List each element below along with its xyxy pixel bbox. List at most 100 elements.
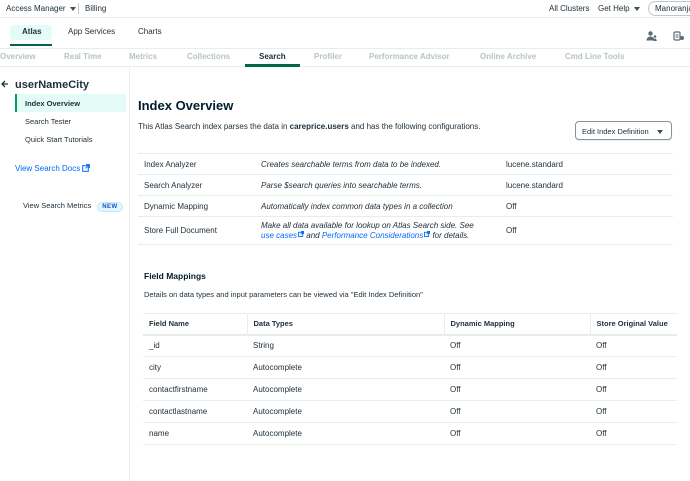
users-icon[interactable] <box>646 30 658 42</box>
data-type: Autocomplete <box>247 400 444 423</box>
get-help-menu[interactable]: Get Help <box>598 4 640 13</box>
tail-text: for details. <box>430 230 470 240</box>
column-header: Store Original Value <box>589 313 677 336</box>
table-row: Index Analyzer Creates searchable terms … <box>138 153 673 175</box>
view-search-metrics-link[interactable]: View Search Metrics NEW <box>23 201 123 212</box>
field-name: city <box>143 356 247 379</box>
product-tab-app-services[interactable]: App Services <box>68 27 115 36</box>
tab-overview[interactable]: Overview <box>0 52 36 61</box>
config-name: Dynamic Mapping <box>138 195 255 217</box>
field-name: contactlastname <box>143 400 247 423</box>
field-name: _id <box>143 334 247 357</box>
caret-down-icon <box>656 130 663 135</box>
store-full-doc-desc: Make all data available for lookup on At… <box>261 220 474 230</box>
external-link-icon <box>82 164 91 172</box>
page-title: Index Overview <box>138 98 234 113</box>
page-description: This Atlas Search index parses the data … <box>138 122 480 131</box>
config-value: lucene.standard <box>500 153 673 175</box>
store-original-value: Off <box>590 422 677 445</box>
edit-button-label: Edit Index Definition <box>582 127 649 136</box>
config-description: Automatically index common data types in… <box>255 195 500 217</box>
field-mappings-title: Field Mappings <box>144 271 206 281</box>
sidebar-item-index-overview[interactable]: Index Overview <box>15 94 126 112</box>
top-bar: Access Manager Billing All Clusters Get … <box>0 0 690 18</box>
tab-cmd-line-tools[interactable]: Cmd Line Tools <box>565 52 624 61</box>
divider <box>78 3 79 14</box>
product-bar: Atlas App Services Charts <box>0 19 690 49</box>
user-menu[interactable]: Manoranjan <box>648 1 690 16</box>
table-row: Search Analyzer Parse $search queries in… <box>138 174 673 196</box>
desc-prefix: This Atlas Search index parses the data … <box>138 122 290 131</box>
field-mappings-table: Field Name Data Types Dynamic Mapping St… <box>143 313 677 445</box>
caret-down-icon <box>69 6 76 11</box>
config-description: Creates searchable terms from data to be… <box>255 153 500 175</box>
store-original-value: Off <box>590 378 677 401</box>
tab-real-time[interactable]: Real Time <box>64 52 102 61</box>
config-value: Off <box>500 216 673 245</box>
product-tab-charts[interactable]: Charts <box>138 27 162 36</box>
config-description: Make all data available for lookup on At… <box>255 216 500 245</box>
dynamic-mapping: Off <box>444 400 590 423</box>
sidebar-item-quick-start-tutorials[interactable]: Quick Start Tutorials <box>15 130 126 148</box>
caret-down-icon <box>633 6 640 11</box>
table-row: _id String Off Off <box>143 334 677 357</box>
data-type: String <box>247 334 444 357</box>
table-row: Dynamic Mapping Automatically index comm… <box>138 195 673 217</box>
billing-link[interactable]: Billing <box>85 4 106 13</box>
back-arrow-icon[interactable] <box>1 80 9 88</box>
config-name: Index Analyzer <box>138 153 255 175</box>
store-original-value: Off <box>590 356 677 379</box>
table-row: name Autocomplete Off Off <box>143 422 677 445</box>
edit-index-definition-button[interactable]: Edit Index Definition <box>575 121 672 140</box>
table-header-row: Field Name Data Types Dynamic Mapping St… <box>143 313 677 336</box>
all-clusters-link[interactable]: All Clusters <box>549 4 589 13</box>
config-table: Index Analyzer Creates searchable terms … <box>138 153 673 245</box>
desc-suffix: and has the following configurations. <box>348 122 481 131</box>
field-name: name <box>143 422 247 445</box>
new-badge: NEW <box>97 202 123 212</box>
config-name: Store Full Document <box>138 216 255 245</box>
product-tab-atlas[interactable]: Atlas <box>22 27 42 36</box>
data-type: Autocomplete <box>247 356 444 379</box>
view-search-docs-link[interactable]: View Search Docs <box>15 164 91 173</box>
store-original-value: Off <box>590 400 677 423</box>
table-row: city Autocomplete Off Off <box>143 356 677 379</box>
metrics-label: View Search Metrics <box>23 201 92 210</box>
config-value: lucene.standard <box>500 174 673 196</box>
table-row: contactlastname Autocomplete Off Off <box>143 400 677 423</box>
org-label: Access Manager <box>6 4 66 13</box>
sidebar: userNameCity Index Overview Search Teste… <box>0 68 130 481</box>
tab-metrics[interactable]: Metrics <box>129 52 157 61</box>
user-name: Manoranjan <box>655 4 690 13</box>
activity-feed-icon[interactable] <box>673 30 685 42</box>
sidebar-item-search-tester[interactable]: Search Tester <box>15 112 126 130</box>
docs-link-label: View Search Docs <box>15 164 81 173</box>
section-nav: Overview Real Time Metrics Collections S… <box>0 49 690 67</box>
dynamic-mapping: Off <box>444 334 590 357</box>
column-header: Dynamic Mapping <box>443 313 590 336</box>
collection-name: careprice.users <box>289 122 349 131</box>
tab-collections[interactable]: Collections <box>187 52 230 61</box>
tab-performance-advisor[interactable]: Performance Advisor <box>369 52 450 61</box>
store-original-value: Off <box>590 334 677 357</box>
field-mappings-description: Details on data types and input paramete… <box>144 290 423 299</box>
get-help-label: Get Help <box>598 4 630 13</box>
dynamic-mapping: Off <box>444 378 590 401</box>
dynamic-mapping: Off <box>444 422 590 445</box>
data-type: Autocomplete <box>247 422 444 445</box>
org-switcher[interactable]: Access Manager <box>6 4 76 13</box>
tab-profiler[interactable]: Profiler <box>314 52 342 61</box>
active-tab-underline <box>245 64 300 67</box>
tab-online-archive[interactable]: Online Archive <box>480 52 536 61</box>
config-description: Parse $search queries into searchable te… <box>255 174 500 196</box>
dynamic-mapping: Off <box>444 356 590 379</box>
tab-search[interactable]: Search <box>259 52 286 61</box>
use-cases-link[interactable]: use cases <box>261 231 297 240</box>
performance-considerations-link[interactable]: Performance Considerations <box>322 231 423 240</box>
config-name: Search Analyzer <box>138 174 255 196</box>
column-header: Data Types <box>246 313 444 336</box>
table-row: contactfirstname Autocomplete Off Off <box>143 378 677 401</box>
data-type: Autocomplete <box>247 378 444 401</box>
field-name: contactfirstname <box>143 378 247 401</box>
active-product-underline <box>10 44 52 46</box>
